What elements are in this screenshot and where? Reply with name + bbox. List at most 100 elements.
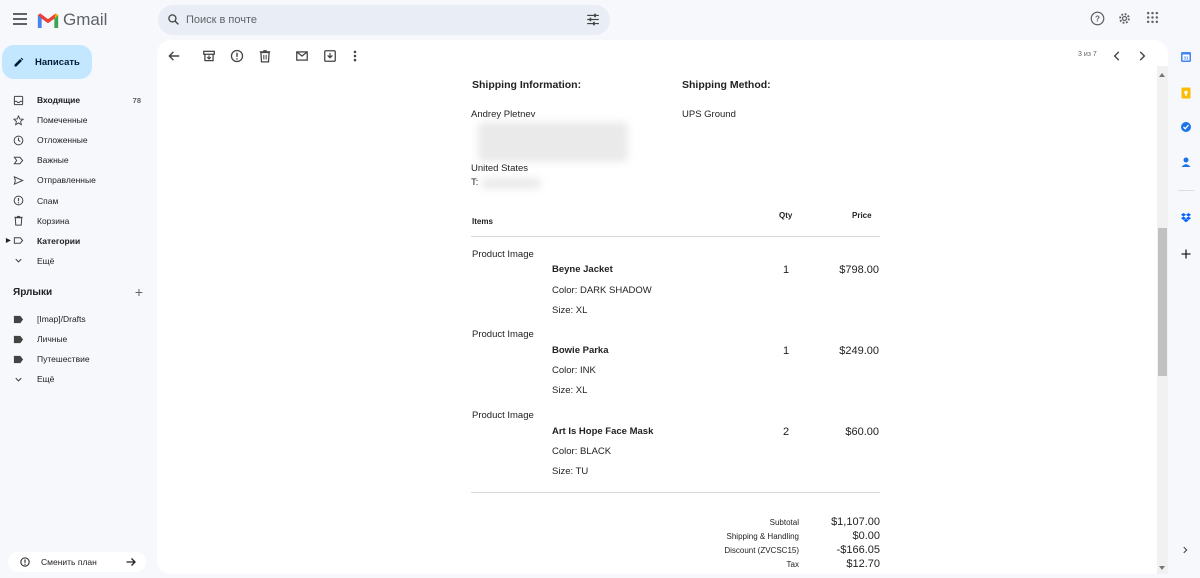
- help-icon[interactable]: ?: [1090, 11, 1105, 26]
- shipping-method-value: UPS Ground: [682, 109, 736, 120]
- back-arrow-icon[interactable]: [167, 49, 181, 63]
- sidebar-item-label: Спам: [37, 195, 59, 206]
- sidebar-item-sent[interactable]: Отправленные: [0, 170, 150, 190]
- sidebar-item-important[interactable]: Важные: [0, 150, 150, 170]
- product-image-placeholder: Product Image: [472, 329, 534, 340]
- search-input[interactable]: [186, 11, 566, 29]
- more-vert-icon[interactable]: [348, 49, 362, 63]
- product-size: Size: XL: [552, 305, 588, 316]
- settings-gear-icon[interactable]: [1117, 11, 1132, 26]
- inbox-icon: [13, 95, 24, 106]
- redacted-address: [478, 122, 628, 162]
- add-addon-icon[interactable]: [1180, 248, 1192, 260]
- pencil-icon: [14, 57, 24, 67]
- label-item-travel[interactable]: Путешествие: [0, 349, 150, 369]
- total-value: $0.00: [852, 530, 880, 542]
- delete-icon[interactable]: [258, 49, 272, 63]
- caret-right-icon[interactable]: ▶: [6, 237, 11, 244]
- apps-grid-icon[interactable]: [1146, 11, 1159, 24]
- send-icon: [13, 175, 24, 186]
- older-chevron-icon[interactable]: [1135, 49, 1149, 63]
- archive-icon[interactable]: [202, 49, 216, 63]
- sidebar-item-inbox[interactable]: Входящие 78: [0, 90, 150, 110]
- sidebar-item-label: Помеченные: [37, 115, 88, 126]
- search-bar[interactable]: [158, 5, 610, 35]
- move-to-icon[interactable]: [323, 49, 337, 63]
- sidebar-item-snoozed[interactable]: Отложенные: [0, 130, 150, 150]
- keep-icon[interactable]: [1180, 87, 1192, 99]
- sidebar-item-label: Отложенные: [37, 135, 88, 146]
- label-item-text: Путешествие: [37, 354, 90, 365]
- sidebar-item-trash[interactable]: Корзина: [0, 211, 150, 231]
- product-image-placeholder: Product Image: [472, 249, 534, 260]
- newer-chevron-icon[interactable]: [1110, 49, 1124, 63]
- mark-unread-icon[interactable]: [295, 49, 309, 63]
- svg-text:?: ?: [1095, 15, 1100, 24]
- shipping-method-title: Shipping Method:: [682, 79, 771, 91]
- scroll-up-arrow[interactable]: [1159, 73, 1165, 77]
- info-icon: [20, 557, 30, 567]
- product-name: Bowie Parka: [552, 345, 609, 356]
- product-name: Beyne Jacket: [552, 264, 613, 275]
- label-item-more[interactable]: Ещё: [0, 369, 150, 389]
- label-item-drafts[interactable]: [Imap]/Drafts: [0, 309, 150, 329]
- items-header: Items: [472, 217, 493, 226]
- sidebar-item-more[interactable]: Ещё: [0, 251, 150, 271]
- unread-count: 78: [132, 95, 141, 105]
- search-icon[interactable]: [167, 13, 180, 26]
- search-options-icon[interactable]: [586, 13, 600, 26]
- gmail-logo[interactable]: Gmail: [37, 10, 107, 30]
- rail-separator: [1178, 190, 1194, 191]
- product-color: Color: BLACK: [552, 446, 612, 457]
- product-price: $60.00: [845, 426, 879, 438]
- svg-text:31: 31: [1183, 56, 1189, 61]
- contacts-icon[interactable]: [1180, 156, 1192, 168]
- gmail-m-icon: [37, 12, 59, 28]
- add-label-icon[interactable]: +: [135, 284, 143, 300]
- chevron-down-icon: [13, 374, 24, 385]
- label-item-text: Личные: [37, 334, 68, 345]
- divider: [471, 492, 880, 493]
- compose-label: Написать: [35, 56, 80, 68]
- product-price: $798.00: [839, 264, 879, 276]
- total-value: -$166.05: [836, 544, 880, 556]
- dropbox-icon[interactable]: [1180, 212, 1192, 224]
- change-plan-button[interactable]: Сменить план: [8, 552, 146, 572]
- label-item-personal[interactable]: Личные: [0, 329, 150, 349]
- product-color: Color: DARK SHADOW: [552, 285, 652, 296]
- tasks-icon[interactable]: [1180, 121, 1192, 133]
- product-image-placeholder: Product Image: [472, 410, 534, 421]
- change-plan-label: Сменить план: [41, 557, 97, 567]
- total-label: Shipping & Handling: [726, 532, 800, 541]
- label-item-text: [Imap]/Drafts: [37, 314, 86, 325]
- product-size: Size: XL: [552, 385, 588, 396]
- sidebar-item-categories[interactable]: ▶ Категории: [0, 231, 150, 251]
- message-panel: 3 из 7: [157, 40, 1168, 574]
- spam-icon: [13, 195, 24, 206]
- scroll-thumb[interactable]: [1158, 228, 1167, 376]
- total-label: Discount (ZVCSC15): [724, 546, 799, 555]
- total-value: $1,107.00: [831, 516, 880, 528]
- product-name: Art Is Hope Face Mask: [552, 426, 654, 437]
- redacted-phone: [481, 178, 541, 189]
- recipient-name: Andrey Pletnev: [471, 109, 536, 120]
- top-bar: Gmail ?: [0, 0, 1200, 40]
- expand-panel-icon[interactable]: [1180, 545, 1190, 555]
- product-price: $249.00: [839, 345, 879, 357]
- gmail-wordmark: Gmail: [63, 10, 108, 29]
- sidebar-item-spam[interactable]: Спам: [0, 190, 150, 210]
- total-label: Tax: [786, 560, 799, 569]
- important-icon: [13, 155, 24, 166]
- scrollbar[interactable]: [1157, 66, 1168, 574]
- calendar-icon[interactable]: 31: [1180, 51, 1192, 63]
- report-spam-icon[interactable]: [230, 49, 244, 63]
- arrow-right-icon: [126, 558, 136, 566]
- sidebar-item-starred[interactable]: Помеченные: [0, 110, 150, 130]
- shipping-info-title: Shipping Information:: [472, 79, 582, 91]
- sidebar-item-label: Корзина: [37, 215, 70, 226]
- compose-button[interactable]: Написать: [2, 45, 92, 79]
- sidebar-item-label: Категории: [37, 235, 81, 246]
- main-menu-icon[interactable]: [10, 10, 30, 28]
- sidebar-item-label: Важные: [37, 155, 69, 166]
- scroll-down-arrow[interactable]: [1159, 566, 1165, 570]
